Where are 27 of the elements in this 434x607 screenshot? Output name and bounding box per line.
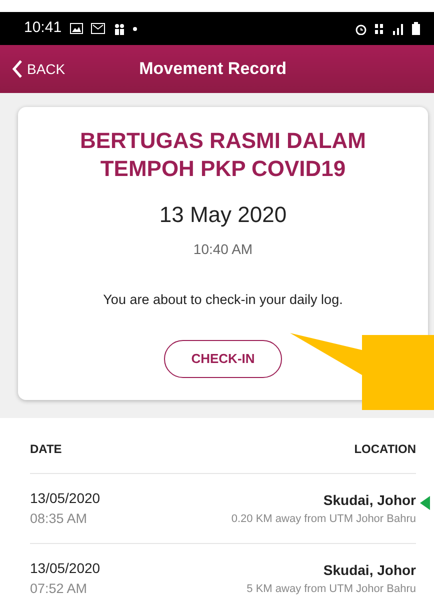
entry-location: Skudai, Johor (323, 560, 416, 580)
entry-time: 08:35 AM (30, 510, 88, 528)
back-icon (12, 59, 23, 79)
entry-distance: 5 KM away from UTM Johor Bahru (246, 582, 416, 596)
card-time: 10:40 AM (193, 241, 253, 257)
column-header: DATE (30, 441, 62, 458)
gallery-icon (70, 23, 83, 34)
back-button[interactable]: BACK (12, 58, 66, 80)
entry-date: 13/05/2020 (30, 488, 100, 508)
battery-icon (412, 22, 420, 35)
network-icon (375, 22, 384, 34)
card-message: You are about to check-in your daily log. (103, 292, 343, 307)
entry-date: 13/05/2020 (30, 558, 100, 578)
alarm-icon (355, 22, 367, 34)
screen-title: Movement Record (139, 58, 286, 80)
check-in-button[interactable]: CHECK-IN (164, 340, 282, 378)
dot-icon (132, 26, 137, 30)
card-date: 13 May 2020 (159, 202, 287, 227)
entry-location: Skudai, Johor (323, 490, 416, 510)
mail-icon (90, 23, 105, 34)
entry-time: 07:52 AM (30, 580, 88, 598)
column-header: LOCATION (354, 441, 416, 458)
people-icon (112, 22, 125, 34)
entry-distance: 0.20 KM away from UTM Johor Bahru (231, 512, 416, 526)
card-title: BERTUGAS RASMI DALAM TEMPOH PKP COVID19 (79, 127, 367, 182)
signal-icon (392, 22, 404, 34)
status-time: 10:41 (24, 18, 62, 38)
